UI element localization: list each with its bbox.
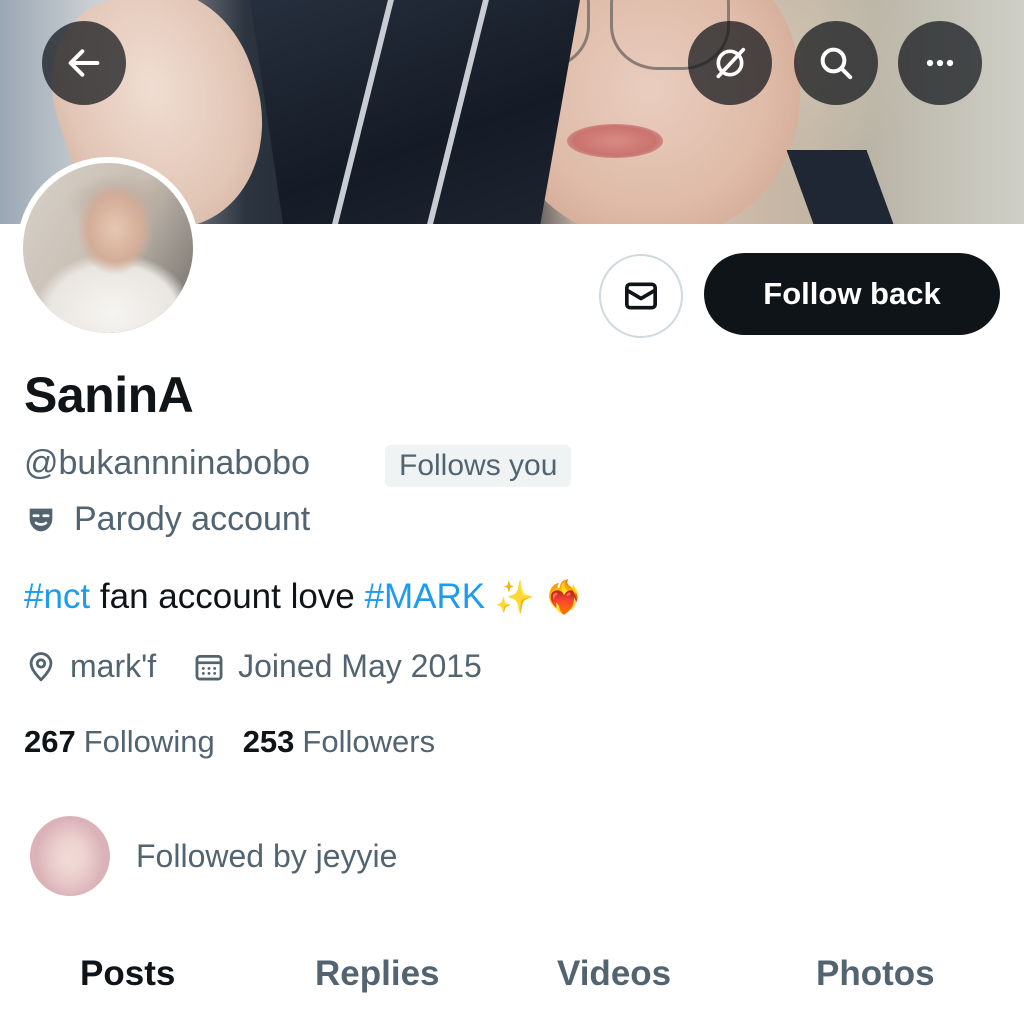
bio-hashtag-mark[interactable]: #MARK — [365, 577, 486, 616]
follow-back-button[interactable]: Follow back — [704, 253, 1000, 335]
parody-label-row: Parody account — [24, 500, 310, 539]
arrow-left-icon — [68, 49, 100, 77]
follows-you-badge: Follows you — [385, 445, 572, 487]
tab-replies[interactable]: Replies — [315, 954, 440, 994]
grok-button[interactable] — [688, 21, 772, 105]
banner-lips-shape — [567, 124, 663, 158]
followers-count: 253 — [242, 724, 295, 759]
grok-icon — [716, 47, 746, 79]
joined-date-text: Joined May 2015 — [238, 648, 482, 684]
banner-jacket-shape — [250, 0, 580, 224]
followed-by-row[interactable]: Followed by jeyyie — [30, 816, 397, 896]
sparkles-emoji: ✨ — [494, 579, 535, 615]
location-text: mark'f — [70, 648, 157, 684]
message-button[interactable] — [599, 254, 683, 338]
bio-text: fan account love — [90, 577, 365, 616]
heart-on-fire-emoji: ❤️‍🔥 — [544, 579, 585, 615]
banner-collar-shape — [786, 150, 894, 224]
calendar-icon — [195, 654, 223, 680]
profile-avatar[interactable] — [17, 157, 199, 339]
followed-by-text: Followed by jeyyie — [136, 837, 398, 874]
following-label: Following — [83, 724, 215, 759]
profile-meta-row: mark'f Joined May 2015 — [24, 648, 518, 685]
follower-avatar — [30, 816, 110, 896]
following-stat[interactable]: 267 Following — [24, 724, 215, 760]
tab-videos[interactable]: Videos — [557, 954, 671, 994]
followers-label: Followers — [302, 724, 436, 759]
envelope-icon — [625, 282, 657, 310]
profile-display-name: SaninA — [24, 367, 194, 423]
search-icon — [820, 47, 853, 80]
profile-tabs: Posts Replies Videos Photos — [0, 950, 1024, 1024]
joined-item: Joined May 2015 — [192, 648, 482, 685]
parody-mask-icon — [29, 508, 53, 531]
more-horizontal-icon — [926, 59, 954, 67]
tab-photos[interactable]: Photos — [816, 954, 935, 994]
location-item: mark'f — [24, 648, 156, 685]
tab-posts[interactable]: Posts — [80, 954, 175, 994]
follow-stats-row: 267 Following 253 Followers — [24, 724, 463, 760]
avatar-photo — [23, 163, 193, 333]
search-button[interactable] — [794, 21, 878, 105]
following-count: 267 — [24, 724, 76, 759]
parody-label: Parody account — [74, 500, 311, 538]
bio-hashtag-nct[interactable]: #nct — [24, 577, 90, 616]
followers-stat[interactable]: 253 Followers — [243, 724, 435, 760]
profile-handle: @bukannninabobo — [24, 444, 310, 482]
more-options-button[interactable] — [898, 21, 982, 105]
back-button[interactable] — [42, 21, 126, 105]
location-pin-icon — [29, 651, 53, 682]
profile-bio: #nct fan account love #MARK ✨ ❤️‍🔥 — [24, 577, 584, 617]
